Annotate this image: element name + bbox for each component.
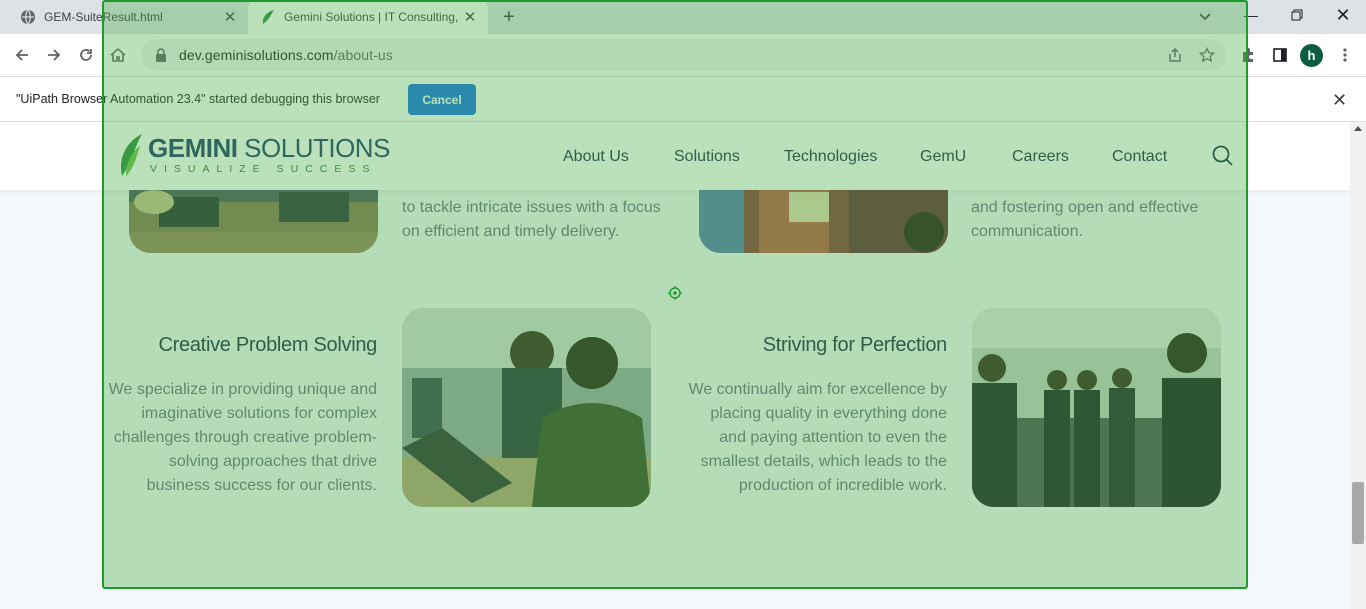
site-header: GEMINI SOLUTIONS VISUALIZE SUCCESS About… bbox=[0, 122, 1350, 190]
tab-gemini-solutions[interactable]: Gemini Solutions | IT Consulting, ✕ bbox=[248, 0, 488, 34]
team-in-suits-image bbox=[972, 308, 1221, 507]
feature-title-striving-for-perfection: Striving for Perfection bbox=[762, 334, 948, 356]
debugging-infobar: "UiPath Browser Automation 23.4" started… bbox=[0, 76, 1366, 122]
nav-careers[interactable]: Careers bbox=[1012, 148, 1069, 166]
menu-kebab-icon[interactable] bbox=[1331, 41, 1359, 69]
description-line: We specialize in providing unique and bbox=[108, 381, 377, 398]
minimize-icon[interactable]: — bbox=[1228, 0, 1274, 30]
url-path: /about-us bbox=[333, 47, 393, 63]
reload-icon[interactable] bbox=[72, 41, 100, 69]
close-tab-icon[interactable]: ✕ bbox=[458, 5, 482, 29]
home-icon[interactable] bbox=[104, 41, 132, 69]
description-line: placing quality in everything done bbox=[710, 405, 947, 422]
new-tab-button[interactable]: + bbox=[497, 5, 521, 29]
globe-icon bbox=[20, 9, 36, 25]
profile-avatar[interactable]: h bbox=[1300, 44, 1323, 67]
url-text[interactable]: dev.geminisolutions.com/about-us bbox=[179, 47, 393, 63]
logo-wordmark-rest: SOLUTIONS bbox=[237, 133, 390, 164]
developers-at-desk-image bbox=[402, 308, 651, 507]
gemini-leaf-logo-icon bbox=[120, 134, 142, 176]
extensions-puzzle-icon[interactable] bbox=[1234, 41, 1262, 69]
gemini-leaf-icon bbox=[260, 9, 276, 25]
tab-gem-suite-result[interactable]: GEM-SuiteResult.html ✕ bbox=[8, 0, 248, 34]
infobar-close-icon[interactable]: ✕ bbox=[1332, 90, 1347, 111]
description-line: imaginative solutions for complex bbox=[141, 405, 377, 422]
page-viewport: to tackle intricate issues with a focus … bbox=[0, 122, 1350, 609]
description-line: smallest details, which leads to the bbox=[700, 453, 947, 470]
feature-title-creative-problem-solving: Creative Problem Solving bbox=[158, 334, 378, 356]
nav-contact[interactable]: Contact bbox=[1112, 148, 1167, 166]
infobar-message: "UiPath Browser Automation 23.4" started… bbox=[16, 92, 380, 106]
nav-solutions[interactable]: Solutions bbox=[674, 148, 740, 166]
side-panel-icon[interactable] bbox=[1266, 41, 1294, 69]
crosshair-target-icon bbox=[668, 286, 682, 300]
page-scrollbar[interactable] bbox=[1350, 122, 1366, 609]
gemini-solutions-logo[interactable]: GEMINI SOLUTIONS VISUALIZE SUCCESS bbox=[118, 132, 390, 178]
site-search-icon[interactable] bbox=[1211, 144, 1235, 168]
tab-title: Gemini Solutions | IT Consulting, bbox=[284, 10, 458, 24]
nav-gemu[interactable]: GemU bbox=[920, 148, 966, 166]
cancel-debugging-button[interactable]: Cancel bbox=[408, 84, 476, 115]
description-line: and paying attention to even the bbox=[719, 429, 947, 446]
address-bar[interactable]: dev.geminisolutions.com/about-us bbox=[141, 39, 1226, 71]
browser-toolbar: dev.geminisolutions.com/about-us h bbox=[0, 34, 1366, 76]
url-host: dev.geminisolutions.com bbox=[179, 47, 334, 63]
top-left-text-line-2: on efficient and timely delivery. bbox=[402, 223, 620, 240]
share-icon[interactable] bbox=[1165, 45, 1185, 65]
top-right-text-line-1: and fostering open and effective bbox=[971, 199, 1199, 216]
tab-search-chevron-icon[interactable] bbox=[1193, 5, 1217, 29]
tab-strip: GEM-SuiteResult.html ✕ Gemini Solutions … bbox=[0, 0, 1366, 34]
forward-arrow-icon[interactable] bbox=[40, 41, 68, 69]
top-left-text-line-1: to tackle intricate issues with a focus bbox=[402, 199, 661, 216]
description-line: business success for our clients. bbox=[146, 477, 377, 494]
restore-icon[interactable] bbox=[1274, 0, 1320, 30]
nav-technologies[interactable]: Technologies bbox=[784, 148, 877, 166]
top-right-text-line-2: communication. bbox=[971, 223, 1084, 240]
description-line: production of incredible work. bbox=[738, 477, 947, 494]
description-line: We continually aim for excellence by bbox=[688, 381, 948, 398]
scroll-up-arrow-icon[interactable] bbox=[1354, 126, 1362, 131]
lock-icon[interactable] bbox=[155, 48, 167, 62]
bookmark-star-icon[interactable] bbox=[1197, 45, 1217, 65]
feature-description: We specialize in providing unique and im… bbox=[109, 378, 377, 498]
logo-wordmark-bold: GEMINI bbox=[148, 133, 238, 164]
close-tab-icon[interactable]: ✕ bbox=[218, 5, 242, 29]
description-line: solving approaches that drive bbox=[168, 453, 377, 470]
logo-tagline: VISUALIZE SUCCESS bbox=[150, 163, 377, 176]
feature-description: We continually aim for excellence by pla… bbox=[689, 378, 948, 498]
window-close-icon[interactable]: ✕ bbox=[1320, 0, 1366, 30]
scrollbar-thumb[interactable] bbox=[1352, 482, 1364, 544]
nav-about-us[interactable]: About Us bbox=[563, 148, 629, 166]
description-line: challenges through creative problem- bbox=[113, 429, 377, 446]
back-arrow-icon[interactable] bbox=[8, 41, 36, 69]
tab-title: GEM-SuiteResult.html bbox=[44, 10, 163, 24]
